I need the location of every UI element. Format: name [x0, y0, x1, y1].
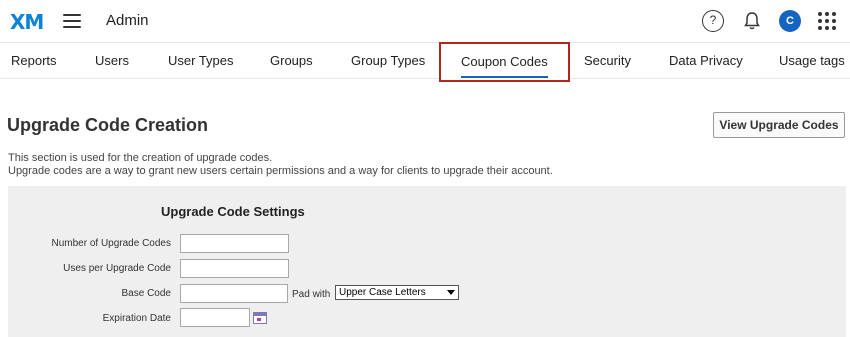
- page-title: Upgrade Code Creation: [7, 115, 209, 135]
- number-of-codes-input[interactable]: [180, 234, 289, 253]
- tab-user-types[interactable]: User Types: [168, 43, 234, 79]
- tab-groups[interactable]: Groups: [270, 43, 313, 79]
- upgrade-code-settings-panel: Upgrade Code Settings Number of Upgrade …: [8, 186, 846, 337]
- expiration-date-input[interactable]: [180, 308, 250, 327]
- description-line-2: Upgrade codes are a way to grant new use…: [8, 165, 553, 177]
- xm-logo[interactable]: XM: [10, 10, 44, 34]
- tab-coupon-codes[interactable]: Coupon Codes: [439, 42, 570, 82]
- page-section-title: Admin: [106, 12, 149, 29]
- base-code-input[interactable]: [180, 284, 288, 303]
- tab-usage-tags[interactable]: Usage tags: [779, 43, 845, 79]
- tab-data-privacy[interactable]: Data Privacy: [669, 43, 743, 79]
- admin-tab-bar: Reports Users User Types Groups Group Ty…: [0, 42, 850, 82]
- pad-with-selected-value: Upper Case Letters: [339, 287, 426, 298]
- description-line-1: This section is used for the creation of…: [8, 152, 273, 164]
- tab-users[interactable]: Users: [95, 43, 129, 79]
- uses-per-code-input[interactable]: [180, 259, 289, 278]
- top-bar: XM Admin ? C: [0, 0, 850, 42]
- number-of-codes-label: Number of Upgrade Codes: [51, 238, 171, 249]
- avatar[interactable]: C: [779, 10, 801, 32]
- pad-with-select[interactable]: Upper Case Letters: [335, 285, 459, 300]
- calendar-icon[interactable]: [253, 312, 267, 324]
- uses-per-code-label: Uses per Upgrade Code: [63, 263, 171, 274]
- view-upgrade-codes-button[interactable]: View Upgrade Codes: [713, 112, 845, 138]
- apps-grid-icon[interactable]: [818, 12, 836, 30]
- chevron-down-icon: [447, 290, 455, 295]
- menu-icon[interactable]: [63, 14, 81, 28]
- settings-title: Upgrade Code Settings: [161, 204, 305, 219]
- tab-reports[interactable]: Reports: [11, 43, 57, 79]
- pad-with-label: Pad with: [292, 289, 331, 300]
- help-icon[interactable]: ?: [702, 10, 724, 32]
- tab-coupon-codes-label: Coupon Codes: [461, 48, 548, 78]
- bell-icon[interactable]: [741, 10, 763, 32]
- tab-group-types[interactable]: Group Types: [351, 43, 425, 79]
- tab-security[interactable]: Security: [584, 43, 631, 79]
- base-code-label: Base Code: [121, 288, 171, 299]
- expiration-date-label: Expiration Date: [102, 313, 171, 324]
